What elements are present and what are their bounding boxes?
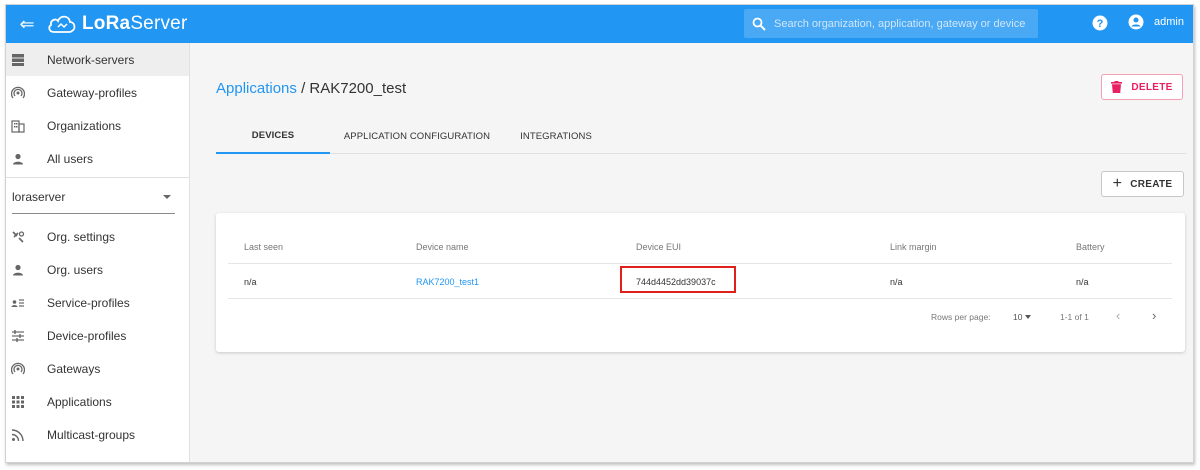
building-icon <box>10 118 26 134</box>
rss-icon <box>10 427 26 443</box>
search-icon <box>752 17 766 31</box>
tune-icon <box>10 328 26 344</box>
tab-devices[interactable]: DEVICES <box>216 119 330 154</box>
devices-table-card: Last seen Device name Device EUI Link ma… <box>216 213 1185 352</box>
delete-button[interactable]: DELETE <box>1101 74 1183 100</box>
sidebar-item-org-settings[interactable]: Org. settings <box>6 220 189 253</box>
settings-icon <box>10 229 26 245</box>
previous-page-icon[interactable]: ‹ <box>1116 308 1120 323</box>
apps-grid-icon <box>10 394 26 410</box>
create-button-label: CREATE <box>1130 178 1173 190</box>
tab-integrations[interactable]: INTEGRATIONS <box>510 119 602 154</box>
create-button[interactable]: + CREATE <box>1101 171 1184 197</box>
search-bar[interactable] <box>744 9 1038 38</box>
rows-per-page-value: 10 <box>1013 312 1023 322</box>
plus-icon: + <box>1112 175 1123 192</box>
breadcrumb: Applications / RAK7200_test <box>216 80 406 97</box>
organization-select-value: loraserver <box>12 189 66 204</box>
search-input[interactable] <box>774 17 1034 30</box>
sidebar-item-all-users[interactable]: All users <box>6 142 189 175</box>
sidebar-item-org-users[interactable]: Org. users <box>6 253 189 286</box>
username: admin <box>1154 16 1184 28</box>
cloud-logo-icon <box>48 15 76 33</box>
devices-table: Last seen Device name Device EUI Link ma… <box>228 229 1172 299</box>
person-icon <box>10 262 26 278</box>
dropdown-arrow-icon <box>1025 315 1032 319</box>
sidebar-item-organizations[interactable]: Organizations <box>6 109 189 142</box>
cell-last-seen: n/a <box>244 276 257 287</box>
column-header-device-eui: Device EUI <box>636 241 682 252</box>
tab-bar: DEVICES APPLICATION CONFIGURATION INTEGR… <box>216 119 1186 154</box>
sidebar-item-gateway-profiles[interactable]: Gateway-profiles <box>6 76 189 109</box>
sidebar-divider <box>6 177 189 178</box>
user-menu[interactable]: admin <box>1128 14 1184 30</box>
sidebar-item-applications[interactable]: Applications <box>6 385 189 418</box>
top-app-bar: ⇐ LoRaServer ? admin <box>6 5 1193 43</box>
next-page-icon[interactable]: › <box>1152 308 1156 323</box>
cell-battery: n/a <box>1076 276 1089 287</box>
tab-application-configuration[interactable]: APPLICATION CONFIGURATION <box>338 119 496 154</box>
main-content: Applications / RAK7200_test DELETE DEVIC… <box>190 43 1193 462</box>
breadcrumb-applications-link[interactable]: Applications <box>216 80 297 97</box>
device-name-link[interactable]: RAK7200_test1 <box>416 264 479 299</box>
server-icon <box>10 52 26 68</box>
rows-per-page-label: Rows per page: <box>931 312 991 322</box>
sidebar-item-device-profiles[interactable]: Device-profiles <box>6 319 189 352</box>
sidebar-item-gateways[interactable]: Gateways <box>6 352 189 385</box>
cell-link-margin: n/a <box>890 276 903 287</box>
broadcast-icon <box>10 85 26 101</box>
logo[interactable]: LoRaServer <box>46 10 187 38</box>
account-list-icon <box>10 295 26 311</box>
sidebar-item-network-servers[interactable]: Network-servers <box>6 43 189 76</box>
table-header-row: Last seen Device name Device EUI Link ma… <box>228 229 1172 264</box>
column-header-last-seen: Last seen <box>244 241 284 252</box>
sidebar-item-multicast-groups[interactable]: Multicast-groups <box>6 418 189 451</box>
chevron-down-icon <box>163 195 171 199</box>
app-window: ⇐ LoRaServer ? admin <box>5 4 1194 463</box>
sidebar-item-service-profiles[interactable]: Service-profiles <box>6 286 189 319</box>
logo-text: LoRaServer <box>82 13 188 34</box>
column-header-device-name: Device name <box>416 241 469 252</box>
pagination-range: 1-1 of 1 <box>1060 312 1089 322</box>
column-header-battery: Battery <box>1076 241 1105 252</box>
person-icon <box>10 151 26 167</box>
account-circle-icon <box>1128 14 1144 30</box>
breadcrumb-separator: / <box>301 80 306 97</box>
column-header-link-margin: Link margin <box>890 241 937 252</box>
delete-button-label: DELETE <box>1131 81 1173 93</box>
trash-icon <box>1111 81 1123 93</box>
table-row: n/a RAK7200_test1 744d4452dd39037c n/a n… <box>228 264 1172 299</box>
help-icon[interactable]: ? <box>1092 15 1108 31</box>
organization-select[interactable]: loraserver <box>12 180 175 214</box>
svg-text:?: ? <box>1097 18 1104 30</box>
pagination: Rows per page: 10 1-1 of 1 ‹ › <box>228 299 1172 335</box>
sidebar: Network-servers Gateway-profiles Organiz… <box>6 43 190 462</box>
collapse-menu-icon[interactable]: ⇐ <box>16 13 38 35</box>
rows-per-page-select[interactable]: 10 <box>1013 312 1032 322</box>
cell-device-eui: 744d4452dd39037c <box>636 276 716 287</box>
broadcast-icon <box>10 361 26 377</box>
breadcrumb-current: RAK7200_test <box>309 80 407 97</box>
